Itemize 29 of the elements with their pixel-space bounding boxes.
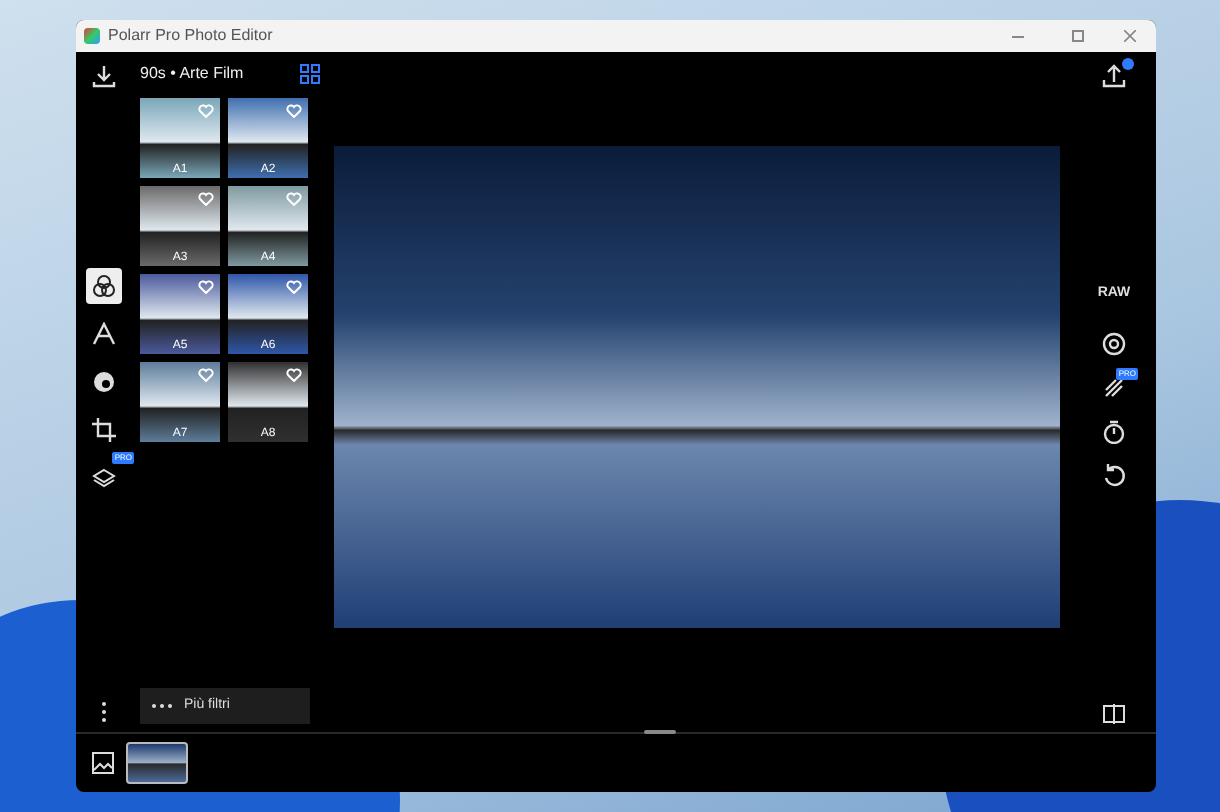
minimize-icon[interactable] — [1012, 35, 1024, 37]
download-icon[interactable] — [92, 64, 116, 88]
letter-a-icon — [92, 322, 116, 346]
filter-pack-title: 90s • Arte Film — [140, 62, 244, 86]
layers-icon — [92, 466, 116, 490]
more-vertical-icon[interactable] — [100, 700, 108, 724]
window-title: Polarr Pro Photo Editor — [108, 24, 273, 48]
drag-handle[interactable] — [644, 730, 676, 734]
heart-icon[interactable] — [198, 280, 214, 294]
overlap-circles-icon — [92, 274, 116, 298]
maximize-icon[interactable] — [1072, 30, 1084, 42]
tool-button[interactable] — [86, 268, 122, 304]
heart-icon[interactable] — [286, 104, 302, 118]
close-icon[interactable] — [1124, 30, 1136, 42]
heart-icon[interactable] — [198, 192, 214, 206]
heart-icon[interactable] — [286, 280, 302, 294]
brush-icon[interactable] — [1102, 376, 1126, 400]
share-icon[interactable] — [1102, 64, 1126, 88]
app-logo-icon — [84, 28, 100, 44]
compare-icon[interactable] — [1102, 704, 1126, 724]
aperture-icon[interactable] — [1102, 332, 1126, 356]
crop-icon — [92, 418, 116, 442]
timer-icon[interactable] — [1102, 420, 1126, 444]
undo-icon[interactable] — [1102, 464, 1126, 488]
face-icon — [92, 370, 116, 394]
photo-thumbnail[interactable] — [126, 742, 188, 784]
heart-icon[interactable] — [286, 368, 302, 382]
gallery-icon[interactable] — [92, 752, 114, 774]
grid-icon[interactable] — [300, 64, 320, 84]
